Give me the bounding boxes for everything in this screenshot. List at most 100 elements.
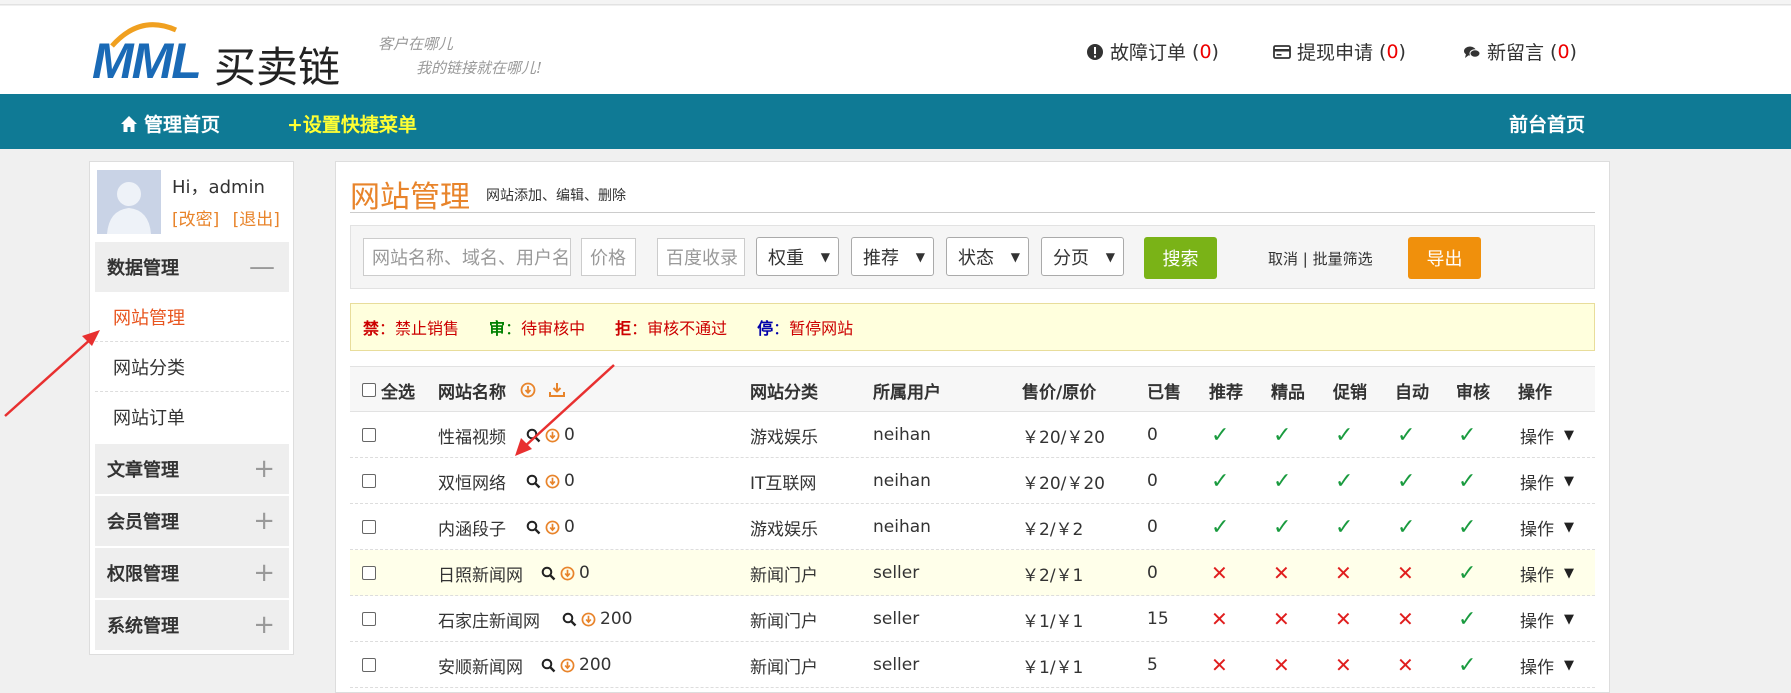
download-circle-icon[interactable] [581,612,596,627]
sort-download-icon[interactable] [520,382,536,398]
collapse-icon[interactable]: — [249,252,275,282]
cancel-batch-filter-link[interactable]: 取消 | 批量筛选 [1268,248,1373,269]
check-icon[interactable]: ✓ [1211,412,1229,458]
cross-icon[interactable]: ✕ [1335,642,1352,688]
sidebar-group-articles[interactable]: 文章管理 + [95,444,289,494]
faulty-orders-link[interactable]: 故障订单 (0) [1086,38,1219,65]
check-icon[interactable]: ✓ [1397,412,1415,458]
sidebar-group-data[interactable]: 数据管理 — [95,242,289,292]
checkbox[interactable] [362,383,376,397]
row-action-dropdown[interactable]: 操作 ▼ [1520,504,1574,550]
row-checkbox-cell[interactable] [362,504,376,550]
row-checkbox[interactable] [362,566,376,580]
site-name[interactable]: 安顺新闻网 [438,653,523,678]
check-icon[interactable]: ✓ [1211,458,1229,504]
row-checkbox-cell[interactable] [362,642,376,688]
check-icon[interactable]: ✓ [1273,458,1291,504]
magnifier-icon[interactable] [562,612,577,627]
search-button[interactable]: 搜索 [1144,237,1217,279]
export-button[interactable]: 导出 [1408,237,1481,279]
site-name[interactable]: 石家庄新闻网 [438,607,540,632]
row-action-dropdown[interactable]: 操作 ▼ [1520,642,1574,688]
nav-frontend-home[interactable]: 前台首页 [1509,110,1585,137]
cross-icon[interactable]: ✕ [1335,550,1352,596]
row-checkbox[interactable] [362,520,376,534]
cross-icon[interactable]: ✕ [1211,596,1228,642]
download-circle-icon[interactable] [560,658,575,673]
row-action-dropdown[interactable]: 操作 ▼ [1520,458,1574,504]
change-password-link[interactable]: [改密] [172,210,219,230]
magnifier-icon[interactable] [526,474,541,489]
search-name-input[interactable]: 网站名称、域名、用户名 [363,238,571,276]
row-checkbox[interactable] [362,658,376,672]
download-circle-icon[interactable] [545,428,560,443]
row-checkbox-cell[interactable] [362,458,376,504]
expand-icon[interactable]: + [253,454,275,484]
magnifier-icon[interactable] [541,658,556,673]
cross-icon[interactable]: ✕ [1397,550,1414,596]
row-checkbox-cell[interactable] [362,412,376,458]
paging-select[interactable]: 分页 ▼ [1041,237,1124,276]
site-name[interactable]: 性福视频 [438,423,506,448]
select-all-checkbox[interactable]: 全选 [362,367,415,413]
row-action-dropdown[interactable]: 操作 ▼ [1520,412,1574,458]
recommend-select[interactable]: 推荐 ▼ [851,237,934,276]
new-messages-link[interactable]: 新留言 (0) [1463,38,1577,65]
download-circle-icon[interactable] [545,474,560,489]
logo[interactable]: MML 买卖链 [92,22,352,92]
cross-icon[interactable]: ✕ [1273,550,1290,596]
row-checkbox-cell[interactable] [362,550,376,596]
sidebar-item-site-category[interactable]: 网站分类 [95,342,289,392]
cross-icon[interactable]: ✕ [1273,642,1290,688]
check-icon[interactable]: ✓ [1458,596,1476,642]
expand-icon[interactable]: + [253,558,275,588]
cross-icon[interactable]: ✕ [1397,642,1414,688]
site-name[interactable]: 内涵段子 [438,515,506,540]
status-select[interactable]: 状态 ▼ [946,237,1029,276]
row-action-dropdown[interactable]: 操作 ▼ [1520,596,1574,642]
row-checkbox[interactable] [362,428,376,442]
site-name[interactable]: 双恒网络 [438,469,506,494]
row-checkbox[interactable] [362,474,376,488]
sidebar-item-site-management[interactable]: 网站管理 [95,292,289,342]
row-checkbox[interactable] [362,612,376,626]
sidebar-group-system[interactable]: 系统管理 + [95,600,289,650]
magnifier-icon[interactable] [526,428,541,443]
check-icon[interactable]: ✓ [1397,504,1415,550]
check-icon[interactable]: ✓ [1335,458,1353,504]
expand-icon[interactable]: + [253,610,275,640]
cross-icon[interactable]: ✕ [1211,550,1228,596]
sidebar-item-site-orders[interactable]: 网站订单 [95,392,289,442]
check-icon[interactable]: ✓ [1458,550,1476,596]
check-icon[interactable]: ✓ [1458,458,1476,504]
download-circle-icon[interactable] [560,566,575,581]
cross-icon[interactable]: ✕ [1273,596,1290,642]
check-icon[interactable]: ✓ [1397,458,1415,504]
check-icon[interactable]: ✓ [1273,412,1291,458]
check-icon[interactable]: ✓ [1458,504,1476,550]
magnifier-icon[interactable] [526,520,541,535]
check-icon[interactable]: ✓ [1273,504,1291,550]
sidebar-group-permissions[interactable]: 权限管理 + [95,548,289,598]
weight-select[interactable]: 权重 ▼ [756,237,839,276]
download-circle-icon[interactable] [545,520,560,535]
site-name[interactable]: 日照新闻网 [438,561,523,586]
withdraw-requests-link[interactable]: 提现申请 (0) [1273,38,1406,65]
row-checkbox-cell[interactable] [362,596,376,642]
check-icon[interactable]: ✓ [1335,412,1353,458]
check-icon[interactable]: ✓ [1335,504,1353,550]
logout-link[interactable]: [退出] [233,210,280,230]
cross-icon[interactable]: ✕ [1335,596,1352,642]
check-icon[interactable]: ✓ [1211,504,1229,550]
nav-shortcut-menu[interactable]: +设置快捷菜单 [287,110,417,137]
cross-icon[interactable]: ✕ [1397,596,1414,642]
price-input[interactable]: 价格 [581,238,636,276]
check-icon[interactable]: ✓ [1458,412,1476,458]
cross-icon[interactable]: ✕ [1211,642,1228,688]
baidu-index-input[interactable]: 百度收录 [657,238,745,276]
sidebar-group-members[interactable]: 会员管理 + [95,496,289,546]
download-tray-icon[interactable] [548,382,566,398]
magnifier-icon[interactable] [541,566,556,581]
nav-home[interactable]: 管理首页 [120,110,220,137]
check-icon[interactable]: ✓ [1458,642,1476,688]
